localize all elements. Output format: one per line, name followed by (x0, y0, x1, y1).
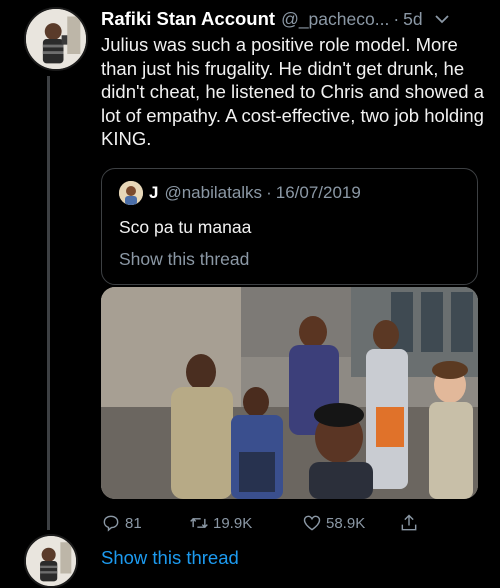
share-button[interactable] (399, 511, 423, 535)
tweet-action-bar: 81 19.9K 58.9K (101, 511, 431, 535)
quoted-show-thread-link[interactable]: Show this thread (119, 249, 249, 270)
reply-count: 81 (125, 514, 142, 532)
tweet-timestamp[interactable]: 5d (403, 9, 422, 30)
show-thread-link[interactable]: Show this thread (101, 547, 239, 569)
quoted-author-handle: @nabilatalks (164, 183, 263, 202)
author-display-name[interactable]: Rafiki Stan Account (101, 8, 275, 30)
retweet-count: 19.9K (213, 514, 253, 532)
quoted-tweet-header: J @nabilatalks · 16/07/2019 (149, 180, 361, 206)
tweet-text: Julius was such a positive role model. M… (101, 34, 485, 149)
like-button[interactable]: 58.9K (302, 511, 365, 535)
heart-icon (303, 515, 321, 531)
reply-button[interactable]: 81 (101, 511, 142, 535)
header-separator: · (393, 8, 400, 29)
tweet-media-image[interactable] (101, 287, 478, 499)
retweet-icon (190, 517, 208, 529)
quoted-author-name: J (149, 183, 159, 202)
quoted-tweet-date: 16/07/2019 (275, 183, 361, 202)
reply-icon (103, 515, 119, 532)
tweet-header: Rafiki Stan Account @_pacheco... · 5d (101, 5, 493, 33)
like-count: 58.9K (326, 514, 366, 532)
chevron-down-icon[interactable] (434, 11, 449, 27)
author-avatar[interactable] (24, 7, 88, 71)
share-icon (401, 514, 417, 531)
retweet-button[interactable]: 19.9K (189, 511, 252, 535)
quoted-tweet-card[interactable]: J @nabilatalks · 16/07/2019 Sco pa tu ma… (101, 168, 478, 285)
author-handle[interactable]: @_pacheco... (281, 9, 389, 30)
avatar-photo (26, 536, 76, 586)
thread-author-avatar[interactable] (24, 534, 78, 588)
quoted-separator: · (266, 183, 272, 202)
quoted-tweet-text: Sco pa tu manaa (119, 217, 252, 237)
thread-connector-line (47, 76, 50, 530)
avatar-photo (26, 9, 86, 69)
quoted-author-avatar (119, 181, 143, 205)
